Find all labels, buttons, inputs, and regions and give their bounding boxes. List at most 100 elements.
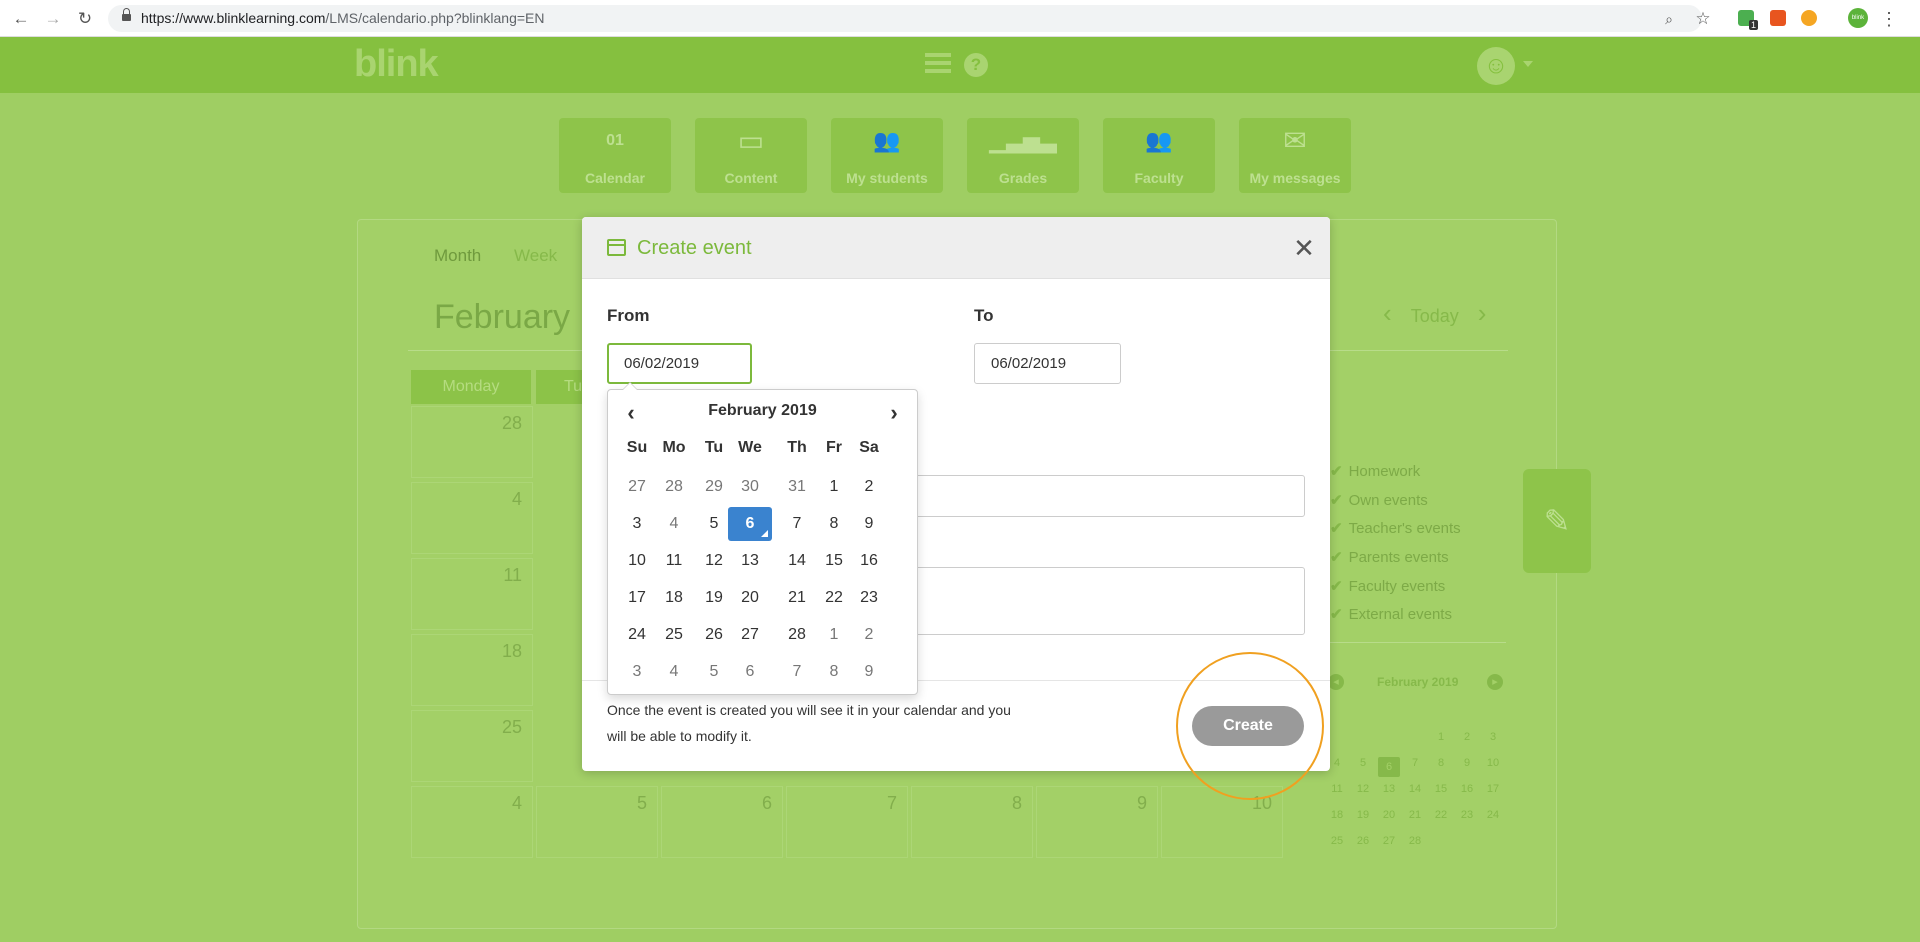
close-icon[interactable]: ✕ xyxy=(1289,233,1319,263)
help-icon[interactable]: ? xyxy=(964,53,988,77)
datepicker-day[interactable]: 13 xyxy=(728,544,772,578)
mini-calendar-day[interactable]: 24 xyxy=(1482,809,1504,821)
back-icon[interactable]: ← xyxy=(10,8,32,30)
extension-shield-icon[interactable]: 1 xyxy=(1738,10,1758,30)
mini-calendar-day[interactable]: 9 xyxy=(1456,757,1478,769)
legend-item-teachers-events[interactable]: ✔ Teacher's events xyxy=(1330,519,1461,537)
datepicker-day[interactable]: 23 xyxy=(847,581,891,615)
datepicker-day[interactable]: 16 xyxy=(847,544,891,578)
mini-calendar-day[interactable]: 6 xyxy=(1378,757,1400,777)
day-cell[interactable]: 7 xyxy=(786,786,908,858)
datepicker-day[interactable]: 4 xyxy=(652,507,696,541)
legend-item-parents-events[interactable]: ✔ Parents events xyxy=(1330,548,1449,566)
legend-item-faculty-events[interactable]: ✔ Faculty events xyxy=(1330,577,1445,595)
mini-calendar-day[interactable]: 2 xyxy=(1456,731,1478,743)
day-cell[interactable]: 8 xyxy=(911,786,1033,858)
extension-html5-icon[interactable] xyxy=(1770,10,1786,26)
day-cell[interactable]: 25 xyxy=(411,710,533,782)
mini-calendar-day[interactable]: 20 xyxy=(1378,809,1400,821)
datepicker-day[interactable]: 9 xyxy=(847,507,891,541)
mini-calendar-day[interactable]: 14 xyxy=(1404,783,1426,795)
blink-logo[interactable]: blink xyxy=(354,43,439,86)
reload-icon[interactable]: ↻ xyxy=(74,8,96,30)
forward-icon[interactable]: → xyxy=(42,8,64,30)
mini-calendar-day[interactable]: 21 xyxy=(1404,809,1426,821)
mini-calendar-day[interactable]: 7 xyxy=(1404,757,1426,769)
to-date-input[interactable] xyxy=(974,343,1121,384)
mini-calendar-day[interactable]: 12 xyxy=(1352,783,1374,795)
mini-calendar-day[interactable]: 25 xyxy=(1326,835,1348,847)
mini-calendar-day[interactable]: 22 xyxy=(1430,809,1452,821)
day-cell[interactable]: 28 xyxy=(411,406,533,478)
tab-month[interactable]: Month xyxy=(434,246,481,266)
day-cell[interactable]: 11 xyxy=(411,558,533,630)
mini-calendar-day[interactable]: 19 xyxy=(1352,809,1374,821)
datepicker-day[interactable]: 28 xyxy=(652,470,696,504)
day-cell[interactable]: 5 xyxy=(536,786,658,858)
bookmark-star-icon[interactable]: ☆ xyxy=(1694,10,1712,28)
nav-tile-calendar[interactable]: 01 Calendar xyxy=(559,118,671,193)
extension-fire-icon[interactable] xyxy=(1801,10,1817,26)
mini-calendar-day[interactable]: 18 xyxy=(1326,809,1348,821)
datepicker-day[interactable]: 20 xyxy=(728,581,772,615)
day-cell[interactable]: 9 xyxy=(1036,786,1158,858)
day-cell[interactable]: 18 xyxy=(411,634,533,706)
day-cell[interactable]: 6 xyxy=(661,786,783,858)
datepicker-prev-icon[interactable]: ‹ xyxy=(616,400,646,426)
from-date-input[interactable] xyxy=(607,343,752,384)
mini-calendar-day[interactable]: 1 xyxy=(1430,731,1452,743)
mini-calendar-day[interactable]: 15 xyxy=(1430,783,1452,795)
datepicker-day[interactable]: 9 xyxy=(847,655,891,689)
nav-tile-label: Faculty xyxy=(1134,170,1184,186)
check-icon: ✔ xyxy=(1330,549,1343,566)
tab-week[interactable]: Week xyxy=(514,246,557,266)
prev-month-icon[interactable]: ‹ xyxy=(1383,298,1392,328)
mini-calendar-day[interactable]: 28 xyxy=(1404,835,1426,847)
datepicker-title[interactable]: February 2019 xyxy=(658,402,867,420)
datepicker-day[interactable]: 25 xyxy=(652,618,696,652)
legend-item-homework[interactable]: ✔ Homework xyxy=(1330,462,1420,480)
hamburger-menu-icon[interactable] xyxy=(925,53,951,73)
nav-tile-my-students[interactable]: 👥 My students xyxy=(831,118,943,193)
mini-calendar-day[interactable]: 16 xyxy=(1456,783,1478,795)
datepicker-next-icon[interactable]: › xyxy=(879,400,909,426)
nav-tile-grades[interactable]: ▁▃▅▃ Grades xyxy=(967,118,1079,193)
datepicker-day[interactable]: 27 xyxy=(728,618,772,652)
mini-calendar-day[interactable]: 11 xyxy=(1326,783,1348,795)
day-cell[interactable]: 4 xyxy=(411,482,533,554)
mini-calendar-day[interactable]: 17 xyxy=(1482,783,1504,795)
browser-menu-icon[interactable]: ⋮ xyxy=(1880,10,1898,28)
nav-tile-faculty[interactable]: 👥 Faculty xyxy=(1103,118,1215,193)
legend-item-own-events[interactable]: ✔ Own events xyxy=(1330,491,1428,509)
day-cell[interactable]: 4 xyxy=(411,786,533,858)
mini-prev-icon[interactable]: ◂ xyxy=(1328,674,1344,690)
edit-pencil-button[interactable]: ✎ xyxy=(1523,469,1591,573)
address-bar[interactable]: https://www.blinklearning.com/LMS/calend… xyxy=(108,5,1702,32)
datepicker-day-selected[interactable]: 6 xyxy=(728,507,772,541)
datepicker-day[interactable]: 30 xyxy=(728,470,772,504)
datepicker-day[interactable]: 18 xyxy=(652,581,696,615)
mini-calendar-day[interactable]: 27 xyxy=(1378,835,1400,847)
datepicker-day[interactable]: 4 xyxy=(652,655,696,689)
mini-calendar-day[interactable]: 3 xyxy=(1482,731,1504,743)
datepicker-day[interactable]: 6 xyxy=(728,655,772,689)
mini-calendar-day[interactable]: 10 xyxy=(1482,757,1504,769)
today-button[interactable]: Today xyxy=(1411,306,1459,326)
mini-calendar-day[interactable]: 26 xyxy=(1352,835,1374,847)
mini-next-icon[interactable]: ▸ xyxy=(1487,674,1503,690)
mini-calendar-day[interactable]: 8 xyxy=(1430,757,1452,769)
zoom-icon[interactable]: ⌕ xyxy=(1660,10,1678,28)
mini-calendar-day[interactable]: 23 xyxy=(1456,809,1478,821)
legend-item-external-events[interactable]: ✔ External events xyxy=(1330,605,1452,623)
datepicker-day[interactable]: 2 xyxy=(847,470,891,504)
chevron-down-icon[interactable] xyxy=(1523,61,1533,67)
mini-calendar-day[interactable]: 5 xyxy=(1352,757,1374,769)
mini-calendar-day[interactable]: 13 xyxy=(1378,783,1400,795)
next-month-icon[interactable]: › xyxy=(1478,298,1487,328)
user-avatar[interactable]: ☺ xyxy=(1477,47,1515,85)
nav-tile-my-messages[interactable]: ✉ My messages xyxy=(1239,118,1351,193)
nav-tile-content[interactable]: ▭ Content xyxy=(695,118,807,193)
datepicker-day[interactable]: 2 xyxy=(847,618,891,652)
datepicker-day[interactable]: 11 xyxy=(652,544,696,578)
profile-avatar-icon[interactable]: blink xyxy=(1848,8,1868,28)
